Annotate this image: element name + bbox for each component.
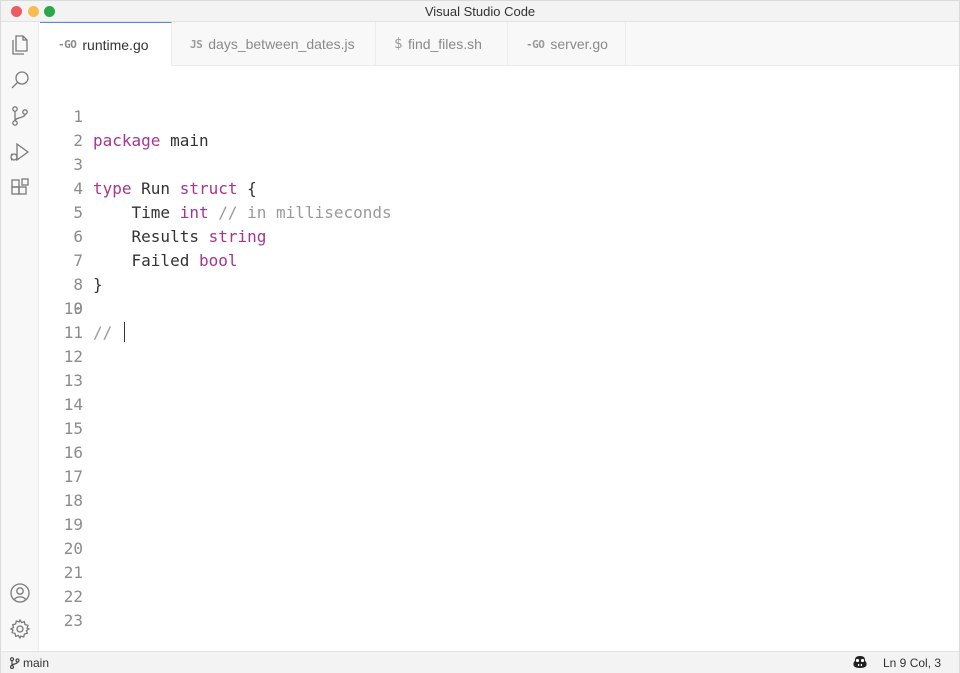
code-line: 5 Results string	[40, 177, 940, 246]
line-number: 20	[63, 539, 83, 558]
shell-icon: $	[394, 36, 402, 52]
code-line: 6 Failed bool	[40, 201, 940, 270]
tab-label: runtime.go	[82, 36, 149, 53]
code-line: 9 //	[40, 273, 940, 342]
code-line: 17	[40, 465, 940, 489]
line-number: 22	[63, 587, 83, 606]
tab-server-go[interactable]: -GO server.go	[508, 22, 626, 66]
code-line: 15	[40, 417, 940, 441]
branch-name: main	[23, 656, 50, 670]
branch-icon	[9, 657, 20, 669]
code-line: 10	[40, 297, 940, 321]
branch-indicator[interactable]: main	[9, 656, 49, 670]
tab-label: server.go	[550, 36, 608, 52]
tab-days-between-dates-js[interactable]: JS days_between_dates.js	[172, 22, 376, 66]
code-line: 1 package main	[40, 81, 940, 150]
code-line: 11	[40, 321, 940, 345]
line-number: 12	[63, 347, 83, 366]
line-number: 21	[63, 563, 83, 582]
code-line: 4 Time int // in milliseconds	[40, 153, 940, 222]
code-line: 16	[40, 441, 940, 465]
title-bar: Visual Studio Code	[1, 1, 959, 22]
line-number: 15	[63, 419, 83, 438]
line-number: 11	[63, 323, 83, 342]
code-editor[interactable]: 1 package main 2 3 type Run struct { 4 T…	[40, 67, 959, 650]
line-number: 16	[63, 443, 83, 462]
code-line: 2	[40, 105, 940, 150]
code-line: 23	[40, 609, 940, 633]
line-number: 18	[63, 491, 83, 510]
code-line: 3 type Run struct {	[40, 129, 940, 198]
cursor-position[interactable]: Ln 9 Col, 3	[883, 656, 941, 670]
tab-find-files-sh[interactable]: $ find_files.sh	[376, 22, 508, 66]
line-number: 14	[63, 395, 83, 414]
code-line: 8	[40, 249, 940, 294]
editor-tab-bar: -GO runtime.go JS days_between_dates.js …	[40, 22, 959, 66]
go-icon: -GO	[58, 38, 77, 51]
code-line: 14	[40, 393, 940, 417]
javascript-icon: JS	[190, 37, 203, 51]
line-number: 13	[63, 371, 83, 390]
status-bar: main Ln 9 Col, 3	[1, 651, 959, 673]
code-line: 20	[40, 537, 940, 561]
tab-runtime-go[interactable]: -GO runtime.go	[40, 22, 172, 66]
tab-label: days_between_dates.js	[208, 36, 355, 52]
line-number: 19	[63, 515, 83, 534]
activity-bar	[1, 22, 39, 650]
tab-label: find_files.sh	[407, 36, 482, 52]
extensions-icon[interactable]	[8, 176, 32, 200]
source-control-icon[interactable]	[8, 104, 32, 128]
code-line: 7 }	[40, 225, 940, 294]
code-line: 18	[40, 489, 940, 513]
code-line: 12	[40, 345, 940, 369]
search-icon[interactable]	[8, 68, 32, 92]
account-icon[interactable]	[8, 581, 32, 605]
go-icon: -GO	[526, 37, 545, 51]
vscode-window: Visual Studio Code -GO runtime.go JS day…	[0, 0, 960, 673]
code-line: 22	[40, 585, 940, 609]
line-number: 23	[63, 611, 83, 630]
window-title: Visual Studio Code	[424, 4, 536, 19]
explorer-icon[interactable]	[8, 33, 32, 57]
settings-gear-icon[interactable]	[8, 617, 32, 641]
copilot-icon[interactable]	[852, 654, 868, 670]
line-number: 17	[63, 467, 83, 486]
line-number: 10	[63, 299, 83, 318]
code-line: 19	[40, 513, 940, 537]
run-debug-icon[interactable]	[8, 140, 32, 164]
code-line: 13	[40, 369, 940, 393]
code-line: 21	[40, 561, 940, 585]
